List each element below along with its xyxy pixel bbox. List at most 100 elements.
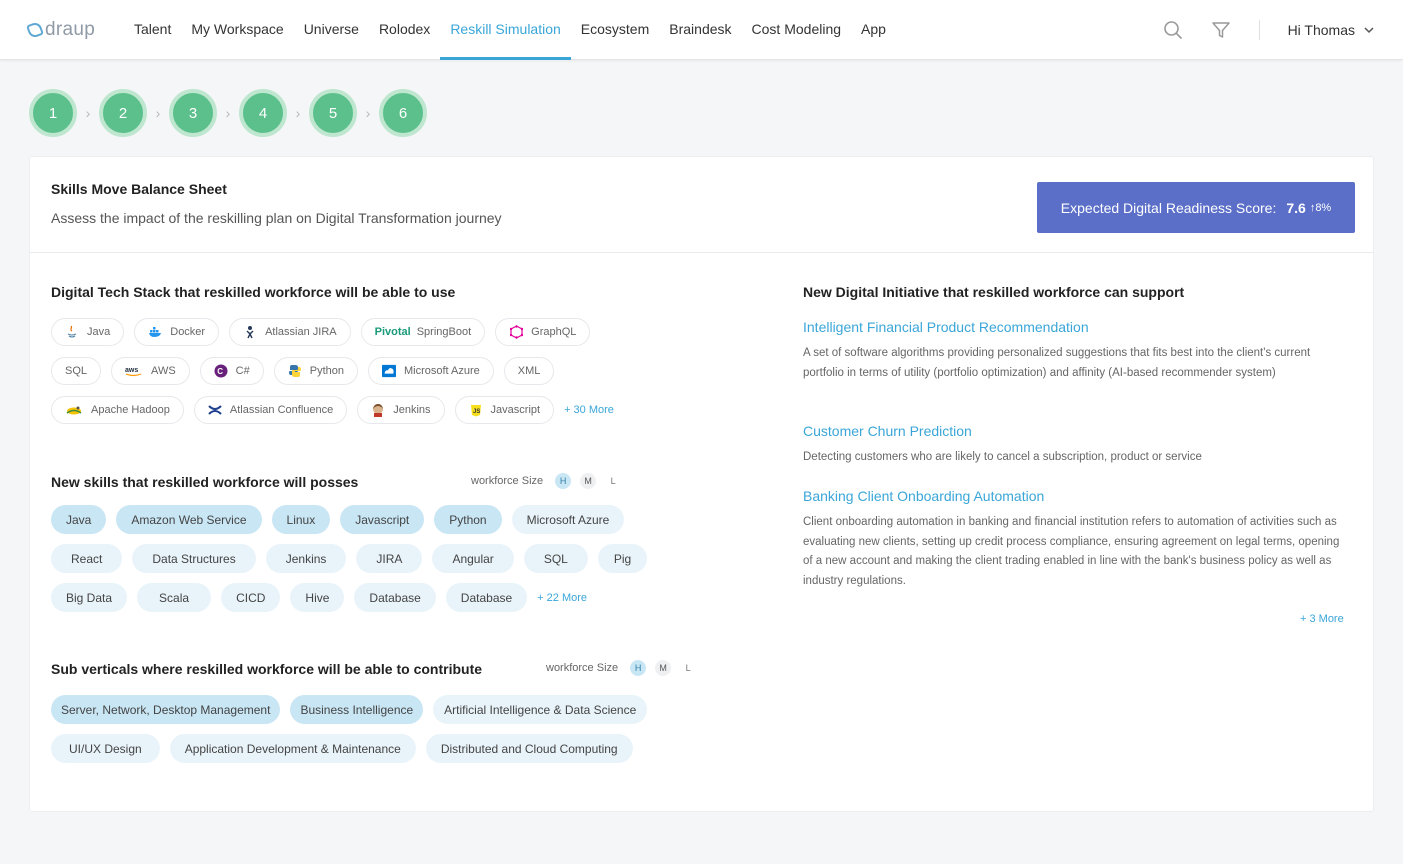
sub-vertical-chip[interactable]: Business Intelligence (290, 695, 424, 724)
sub-vertical-chip[interactable]: UI/UX Design (51, 734, 160, 763)
skill-chip[interactable]: Jenkins (265, 544, 347, 573)
step-4[interactable]: 4 (239, 89, 287, 137)
nav-my-workspace[interactable]: My Workspace (181, 0, 293, 60)
tech-chip-sql[interactable]: SQL (51, 357, 102, 385)
tech-chip-azure[interactable]: Microsoft Azure (367, 357, 494, 385)
sub-vertical-chip[interactable]: Artificial Intelligence & Data Science (433, 695, 648, 724)
tech-chip-label: Docker (170, 326, 206, 338)
tech-chip-confluence[interactable]: Atlassian Confluence (193, 396, 348, 424)
size-low-toggle[interactable]: L (680, 660, 697, 676)
initiative-title-link[interactable]: Banking Client Onboarding Automation (803, 488, 1044, 504)
nav-app[interactable]: App (851, 0, 896, 60)
tech-chip-aws[interactable]: aws AWS (111, 357, 190, 385)
tech-chip-jenkins[interactable]: Jenkins (357, 396, 445, 424)
nav-reskill-simulation[interactable]: Reskill Simulation (440, 0, 571, 60)
tech-chip-hadoop[interactable]: Apache Hadoop (51, 396, 184, 424)
tech-chip-python[interactable]: Python (273, 357, 358, 385)
initiative-title-link[interactable]: Intelligent Financial Product Recommenda… (803, 319, 1089, 335)
initiatives-more-link[interactable]: + 3 More (1300, 613, 1344, 625)
skill-chip[interactable]: Python (434, 505, 502, 534)
skill-chip[interactable]: Angular (432, 544, 514, 573)
skill-chip[interactable]: Microsoft Azure (511, 505, 625, 534)
tech-chip-jira[interactable]: Atlassian JIRA (229, 318, 351, 346)
digital-readiness-score-button[interactable]: Expected Digital Readiness Score: 7.6 ↑8… (1037, 182, 1355, 233)
size-high-toggle[interactable]: H (555, 473, 572, 489)
step-2[interactable]: 2 (99, 89, 147, 137)
skill-chip[interactable]: Database (445, 583, 528, 612)
sub-verticals-row-1: Server, Network, Desktop Management Busi… (51, 695, 657, 724)
skill-chip[interactable]: JIRA (356, 544, 423, 573)
nav-braindesk[interactable]: Braindesk (659, 0, 741, 60)
step-5[interactable]: 5 (309, 89, 357, 137)
aws-icon: aws (125, 364, 143, 378)
skill-chip[interactable]: Scala (137, 583, 212, 612)
nav-divider (1258, 20, 1260, 40)
sub-verticals-row-2: UI/UX Design Application Development & M… (51, 734, 643, 763)
skill-chip[interactable]: Linux (271, 505, 331, 534)
filter-icon[interactable] (1209, 18, 1233, 42)
tech-chip-label: SpringBoot (416, 326, 472, 338)
search-icon[interactable] (1161, 18, 1185, 42)
initiative-description: Client onboarding automation in banking … (803, 516, 1340, 587)
initiative-title-link[interactable]: Customer Churn Prediction (803, 423, 972, 439)
logo-text: draup (45, 19, 96, 40)
skill-chip[interactable]: Pig (597, 544, 648, 573)
tech-stack-more-link[interactable]: + 30 More (564, 404, 614, 416)
sub-vertical-chip[interactable]: Server, Network, Desktop Management (51, 695, 281, 724)
svg-text:aws: aws (125, 367, 138, 374)
nav-talent[interactable]: Talent (124, 0, 181, 60)
svg-text:C: C (217, 367, 223, 376)
tech-chip-label: GraphQL (531, 326, 577, 338)
tech-chip-graphql[interactable]: GraphQL (495, 318, 591, 346)
size-medium-toggle[interactable]: M (655, 660, 672, 676)
card-header: Skills Move Balance Sheet Assess the imp… (30, 157, 1373, 253)
initiative-description: A set of software algorithms providing p… (803, 347, 1311, 379)
tech-stack-row-3: Apache Hadoop Atlassian Confluence Jenki… (51, 396, 614, 424)
sub-vertical-chip[interactable]: Distributed and Cloud Computing (425, 734, 633, 763)
size-low-toggle[interactable]: L (605, 473, 622, 489)
size-high-toggle[interactable]: H (630, 660, 647, 676)
skill-chip[interactable]: Database (354, 583, 436, 612)
nav-rolodex[interactable]: Rolodex (369, 0, 440, 60)
skill-chip[interactable]: Data Structures (132, 544, 256, 573)
sub-vertical-chip[interactable]: Application Development & Maintenance (169, 734, 416, 763)
tech-chip-label: Atlassian Confluence (229, 404, 334, 416)
java-icon (65, 325, 79, 339)
skills-balance-card: Skills Move Balance Sheet Assess the imp… (29, 156, 1374, 812)
hadoop-icon (65, 403, 83, 417)
tech-chip-java[interactable]: Java (51, 318, 125, 346)
logo-leaf-icon (26, 21, 44, 39)
size-medium-toggle[interactable]: M (580, 473, 597, 489)
skill-chip[interactable]: Big Data (51, 583, 128, 612)
nav-ecosystem[interactable]: Ecosystem (571, 0, 659, 60)
tech-chip-label: Jenkins (393, 404, 431, 416)
tech-stack-title: Digital Tech Stack that reskilled workfo… (51, 284, 456, 300)
top-right-controls: Hi Thomas (1137, 0, 1375, 60)
tech-chip-docker[interactable]: Docker (134, 318, 220, 346)
tech-chip-label: Atlassian JIRA (265, 326, 337, 338)
tech-chip-label: Microsoft Azure (403, 365, 480, 377)
step-3[interactable]: 3 (169, 89, 217, 137)
tech-chip-csharp[interactable]: C C# (199, 357, 264, 385)
main-nav: Talent My Workspace Universe Rolodex Res… (124, 0, 896, 60)
chevron-right-icon: › (85, 105, 91, 121)
tech-chip-javascript[interactable]: JS Javascript (454, 396, 555, 424)
pivotal-icon: Pivotal (374, 326, 411, 338)
tech-chip-springboot[interactable]: Pivotal SpringBoot (360, 318, 486, 346)
step-6[interactable]: 6 (379, 89, 427, 137)
step-1[interactable]: 1 (29, 89, 77, 137)
skill-chip[interactable]: Amazon Web Service (116, 505, 262, 534)
skill-chip[interactable]: Javascript (340, 505, 425, 534)
nav-cost-modeling[interactable]: Cost Modeling (742, 0, 852, 60)
skill-chip[interactable]: SQL (523, 544, 588, 573)
skill-chip[interactable]: React (51, 544, 123, 573)
user-menu[interactable]: Hi Thomas (1288, 22, 1375, 38)
skill-chip[interactable]: CICD (221, 583, 281, 612)
draup-logo[interactable]: draup (26, 18, 96, 42)
skill-chip[interactable]: Java (51, 505, 107, 534)
score-change: ↑8% (1309, 201, 1332, 214)
tech-chip-xml[interactable]: XML (503, 357, 555, 385)
new-skills-more-link[interactable]: + 22 More (537, 592, 587, 604)
skill-chip[interactable]: Hive (290, 583, 345, 612)
nav-universe[interactable]: Universe (294, 0, 369, 60)
